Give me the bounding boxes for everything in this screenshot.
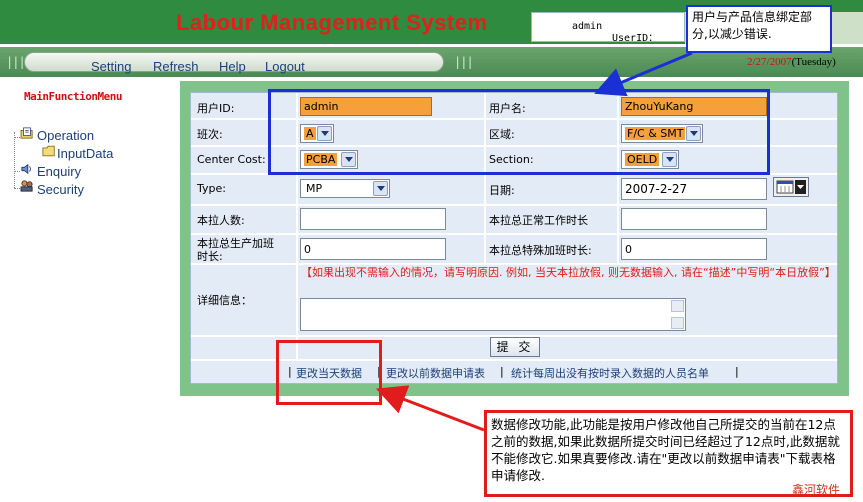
blue-arrow	[594, 51, 693, 97]
annotation-arrows	[375, 51, 693, 432]
red-arrow	[375, 385, 485, 432]
